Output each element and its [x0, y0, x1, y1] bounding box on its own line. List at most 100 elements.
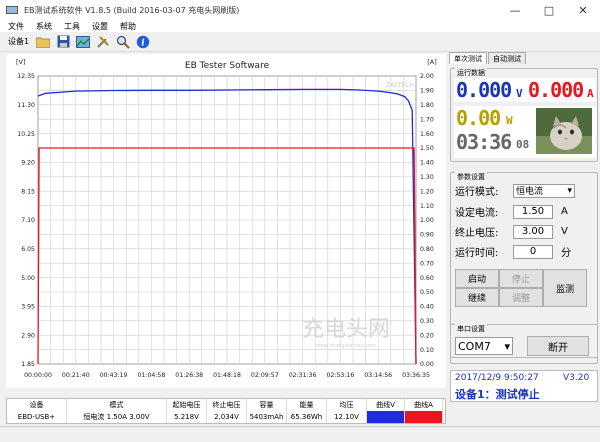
- x-tick-label: 03:36:35: [402, 372, 430, 379]
- search-icon[interactable]: [115, 34, 131, 50]
- device-label: 设备1: [8, 37, 30, 46]
- start-button[interactable]: 启动: [455, 269, 499, 288]
- table-header-cell: 终止电压: [207, 399, 247, 411]
- brand-watermark-url: www.chongdiantou.com: [316, 343, 376, 349]
- y-right-tick-label: 1.30: [420, 174, 434, 181]
- run-time-label: 运行时间:: [455, 248, 499, 259]
- zketech-watermark: ZKETECH: [386, 82, 414, 89]
- run-time-input[interactable]: 0: [513, 244, 553, 259]
- adjust-button[interactable]: 调整: [499, 288, 543, 307]
- x-tick-label: 03:14:56: [364, 372, 392, 379]
- voltage-readout: 0.000: [456, 78, 512, 102]
- y-left-tick-label: 7.10: [21, 217, 35, 224]
- status-bar: [0, 426, 600, 442]
- mode-select[interactable]: 恒电流 ▾: [513, 183, 575, 198]
- chevron-down-icon: ▾: [567, 185, 572, 196]
- continue-button[interactable]: 继续: [455, 288, 499, 307]
- x-tick-label: 01:26:38: [175, 372, 203, 379]
- title-bar: EB测试系统软件 V1.8.5 (Build 2016-03-07 充电头网刷版…: [0, 0, 600, 20]
- run-data-title: 运行数据: [455, 68, 487, 78]
- elapsed-time-readout: 03:36: [456, 130, 512, 154]
- y-right-tick-label: 0.30: [420, 318, 434, 325]
- com-port-select[interactable]: COM7 ▾: [455, 337, 513, 355]
- stop-button[interactable]: 停止: [499, 269, 543, 288]
- menu-system[interactable]: 系统: [36, 21, 52, 32]
- monitor-button[interactable]: 监测: [543, 269, 587, 307]
- tools-icon[interactable]: [95, 34, 111, 50]
- y-right-tick-label: 0.10: [420, 347, 434, 354]
- open-folder-icon[interactable]: [35, 34, 51, 50]
- close-button[interactable]: ✕: [566, 0, 600, 20]
- elapsed-seconds-readout: 08: [516, 138, 530, 151]
- table-header-cell: 曲线A: [405, 399, 443, 411]
- status-time: 2017/12/9 9:50:27: [455, 373, 539, 383]
- end-voltage-row: 终止电压: 3.00 V: [455, 224, 568, 239]
- x-tick-label: 00:21:40: [62, 372, 90, 379]
- table-cell: 5403mAh: [247, 411, 287, 423]
- y-right-tick-label: 1.70: [420, 116, 434, 123]
- current-unit: A: [587, 87, 594, 100]
- y-left-tick-label: 1.85: [21, 361, 35, 368]
- y-right-tick-label: 1.90: [420, 88, 434, 95]
- menu-help[interactable]: 帮助: [120, 21, 136, 32]
- menu-tools[interactable]: 工具: [64, 21, 80, 32]
- menu-settings[interactable]: 设置: [92, 21, 108, 32]
- y-right-tick-label: 1.60: [420, 131, 434, 138]
- maximize-button[interactable]: □: [532, 0, 566, 20]
- app-icon: [6, 6, 18, 14]
- table-row: EBD-USB+ 恒电流 1.50A 3.00V 5.218V 2.034V 5403m…: [7, 411, 445, 423]
- end-voltage-input[interactable]: 3.00: [513, 224, 553, 239]
- end-voltage-unit: V: [561, 226, 568, 237]
- chart-panel: EB Tester Software [V] [A] ZKETECH 充电头网 www.c…: [6, 54, 446, 388]
- y-right-tick-label: 0.80: [420, 246, 434, 253]
- status-version: V3.20: [563, 373, 590, 383]
- table-header-row: 设备 模式 起始电压 终止电压 容量 能量 均压 曲线V 曲线A: [7, 399, 445, 411]
- save-icon[interactable]: [55, 34, 71, 50]
- y-right-tick-label: 1.00: [420, 217, 434, 224]
- mode-value: 恒电流: [516, 187, 544, 197]
- tab-auto-test[interactable]: 自动测试: [488, 52, 526, 64]
- y-right-tick-label: 0.00: [420, 361, 434, 368]
- disconnect-button[interactable]: 断开: [527, 336, 589, 356]
- right-panel: 单次测试 自动测试 运行数据 0.000 V 0.000 A 0.00 W 03…: [449, 52, 600, 426]
- result-table: 设备 模式 起始电压 终止电压 容量 能量 均压 曲线V 曲线A EBD-USB+ 恒电流 1.5…: [6, 398, 446, 424]
- set-current-input[interactable]: 1.50: [513, 204, 553, 219]
- params-title: 参数设置: [455, 172, 487, 182]
- table-cell: 2.034V: [207, 411, 247, 423]
- x-tick-label: 00:43:19: [100, 372, 128, 379]
- menu-bar: 文件 系统 工具 设置 帮助: [0, 20, 600, 32]
- table-header-cell: 均压: [327, 399, 367, 411]
- tab-single-test[interactable]: 单次测试: [449, 52, 487, 64]
- minimize-button[interactable]: —: [498, 0, 532, 20]
- run-time-unit: 分: [561, 248, 571, 259]
- x-tick-label: 02:53:16: [327, 372, 355, 379]
- current-readout: 0.000: [528, 78, 584, 102]
- chart-svg: EB Tester Software[V] [A]ZKETECH充电头网www.c…: [16, 58, 437, 379]
- voltage-color-swatch: [367, 411, 405, 423]
- x-tick-label: 00:00:00: [24, 372, 52, 379]
- y-right-tick-label: 0.90: [420, 232, 434, 239]
- y-left-tick-label: 6.05: [21, 246, 35, 253]
- y-right-tick-label: 0.40: [420, 304, 434, 311]
- run-time-row: 运行时间: 0 分: [455, 244, 571, 259]
- x-tick-label: 02:09:57: [251, 372, 279, 379]
- x-tick-label: 02:31:36: [289, 372, 317, 379]
- table-cell: 65.36Wh: [287, 411, 327, 423]
- end-voltage-label: 终止电压:: [455, 228, 499, 239]
- set-current-label: 设定电流:: [455, 208, 499, 219]
- lcd-voltage-current: 0.000 V 0.000 A: [454, 78, 596, 102]
- y-left-tick-label: 11.30: [17, 102, 35, 109]
- y-right-unit-label: [A]: [427, 58, 437, 66]
- info-icon[interactable]: i: [135, 34, 151, 50]
- chart-title: EB Tester Software: [185, 61, 270, 71]
- chart-image-icon[interactable]: [75, 34, 91, 50]
- menu-file[interactable]: 文件: [8, 21, 24, 32]
- current-color-swatch: [405, 411, 443, 423]
- power-unit: W: [506, 114, 513, 127]
- y-left-tick-label: 2.90: [21, 332, 35, 339]
- voltage-unit: V: [516, 87, 523, 100]
- status-box: 2017/12/9 9:50:27 V3.20 设备1：测试停止: [450, 370, 598, 402]
- y-right-tick-label: 1.20: [420, 188, 434, 195]
- table-header-cell: 曲线V: [367, 399, 405, 411]
- y-right-tick-label: 1.40: [420, 160, 434, 167]
